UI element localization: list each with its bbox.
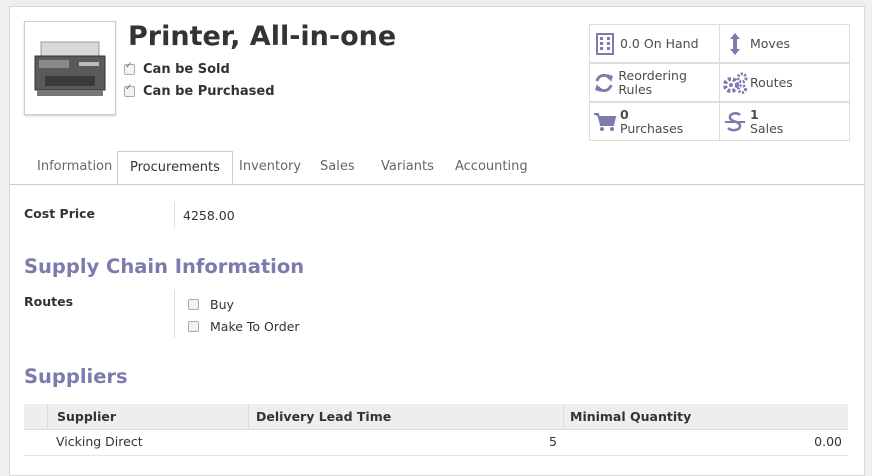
tab-inventory[interactable]: Inventory bbox=[239, 159, 301, 174]
strikethrough-s-icon bbox=[720, 111, 750, 133]
checkbox-icon[interactable] bbox=[188, 299, 199, 310]
tab-procurements[interactable]: Procurements bbox=[117, 151, 233, 184]
suppliers-table-header: Supplier Delivery Lead Time Minimal Quan… bbox=[24, 404, 848, 430]
route-option-label: Buy bbox=[210, 297, 234, 312]
can-be-sold-checkbox[interactable]: Can be Sold bbox=[124, 61, 230, 77]
lead-time-cell: 5 bbox=[549, 434, 557, 449]
purchases-label: Purchases bbox=[620, 120, 684, 136]
cart-icon bbox=[590, 112, 620, 132]
tab-sales[interactable]: Sales bbox=[320, 159, 355, 174]
building-icon bbox=[590, 32, 620, 55]
sales-label: Sales bbox=[750, 120, 784, 136]
supplier-cell: Vicking Direct bbox=[56, 434, 143, 449]
suppliers-heading: Suppliers bbox=[24, 365, 128, 388]
column-header-minimal-quantity[interactable]: Minimal Quantity bbox=[570, 409, 691, 424]
cogs-icon bbox=[720, 72, 750, 94]
can-be-purchased-checkbox[interactable]: Can be Purchased bbox=[124, 83, 275, 99]
sales-count: 1 bbox=[750, 106, 759, 122]
sales-button[interactable]: 1 Sales bbox=[719, 102, 850, 141]
reordering-rules-button[interactable]: Reordering Rules bbox=[589, 63, 720, 102]
column-header-supplier[interactable]: Supplier bbox=[57, 409, 116, 424]
moves-button[interactable]: Moves bbox=[719, 24, 850, 63]
tab-variants[interactable]: Variants bbox=[381, 159, 434, 174]
field-divider bbox=[174, 202, 175, 228]
route-option-buy[interactable]: Buy bbox=[188, 297, 234, 312]
routes-field-label: Routes bbox=[24, 294, 74, 309]
checkbox-icon[interactable] bbox=[188, 321, 199, 332]
on-hand-label: 0.0 On Hand bbox=[620, 35, 699, 51]
column-separator bbox=[47, 404, 48, 429]
checkbox-checked-icon[interactable] bbox=[124, 83, 135, 97]
column-separator bbox=[248, 404, 249, 429]
on-hand-button[interactable]: 0.0 On Hand bbox=[589, 24, 720, 63]
arrows-vertical-icon bbox=[720, 32, 750, 56]
notebook-tabs: Information Procurements Inventory Sales… bbox=[10, 151, 864, 185]
can-be-sold-label: Can be Sold bbox=[143, 62, 230, 77]
column-header-delivery-lead-time[interactable]: Delivery Lead Time bbox=[256, 409, 391, 424]
tab-accounting[interactable]: Accounting bbox=[455, 159, 528, 174]
reordering-rules-label: Reordering Rules bbox=[618, 67, 687, 97]
field-divider bbox=[174, 290, 175, 338]
purchases-count: 0 bbox=[620, 106, 629, 122]
routes-label: Routes bbox=[750, 74, 793, 90]
purchases-button[interactable]: 0 Purchases bbox=[589, 102, 720, 141]
moves-label: Moves bbox=[750, 35, 791, 51]
column-separator bbox=[563, 404, 564, 429]
min-qty-cell: 0.00 bbox=[814, 434, 842, 449]
refresh-icon bbox=[590, 73, 618, 93]
can-be-purchased-label: Can be Purchased bbox=[143, 84, 275, 99]
table-row[interactable]: Vicking Direct 5 0.00 bbox=[24, 430, 848, 456]
route-option-make-to-order[interactable]: Make To Order bbox=[188, 319, 300, 334]
cost-price-field[interactable]: 4258.00 bbox=[183, 208, 235, 223]
route-option-label: Make To Order bbox=[210, 319, 300, 334]
product-image[interactable] bbox=[24, 21, 116, 115]
routes-button[interactable]: Routes bbox=[719, 63, 850, 102]
form-sheet: Printer, All-in-one Can be Sold Can be P… bbox=[9, 6, 865, 476]
supply-chain-heading: Supply Chain Information bbox=[24, 255, 305, 278]
tab-information[interactable]: Information bbox=[37, 159, 112, 174]
checkbox-checked-icon[interactable] bbox=[124, 61, 135, 75]
product-name[interactable]: Printer, All-in-one bbox=[128, 21, 396, 52]
cost-price-label: Cost Price bbox=[24, 206, 96, 221]
